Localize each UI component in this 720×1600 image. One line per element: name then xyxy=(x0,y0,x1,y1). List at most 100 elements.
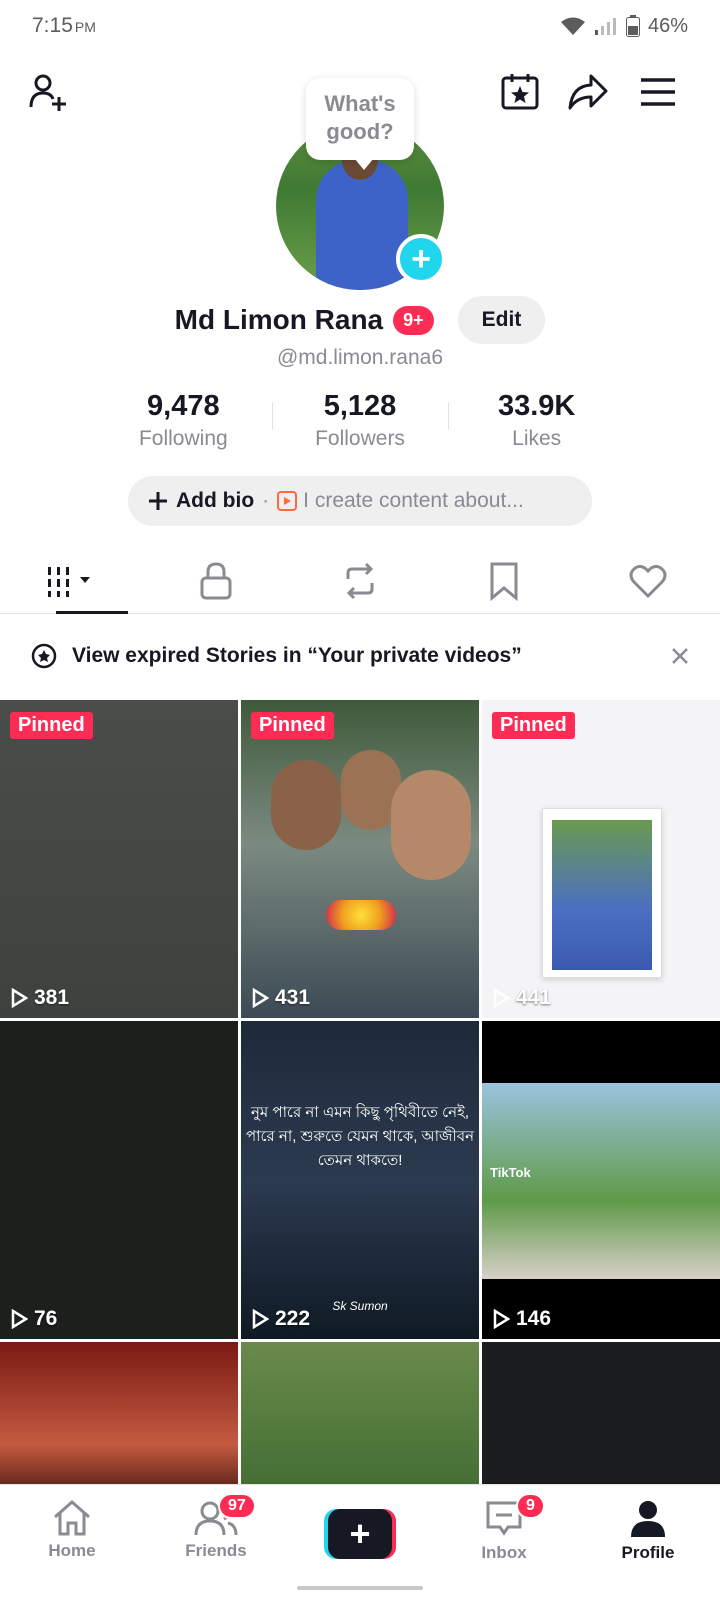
tab-favorites[interactable] xyxy=(432,548,576,613)
share-profile-button[interactable] xyxy=(566,70,610,114)
tab-private[interactable] xyxy=(144,548,288,613)
nav-home[interactable]: Home xyxy=(0,1485,144,1600)
stat-value: 5,128 xyxy=(323,390,397,422)
nav-label: Home xyxy=(48,1541,96,1560)
nav-create[interactable]: + xyxy=(288,1485,432,1600)
nav-inbox[interactable]: 9 Inbox xyxy=(432,1485,576,1600)
signal-icon xyxy=(594,18,616,35)
edit-profile-button[interactable]: Edit xyxy=(457,296,546,344)
profile-icon xyxy=(631,1501,665,1537)
battery-percent: 46% xyxy=(647,14,688,37)
play-icon xyxy=(252,988,269,1008)
share-icon xyxy=(568,74,608,110)
stat-value: 9,478 xyxy=(147,390,220,422)
repost-icon xyxy=(346,562,374,599)
bottom-nav: Home 97 Friends + 9 Inbox Profile xyxy=(0,1484,720,1600)
video-thumbnail[interactable]: Pinned 381 xyxy=(0,700,238,1018)
view-count: 381 xyxy=(10,986,69,1010)
video-thumbnail[interactable]: TikTok 146 xyxy=(482,1021,720,1339)
view-count: 441 xyxy=(492,986,551,1010)
tiktok-watermark: TikTok xyxy=(490,1165,531,1180)
wifi-icon xyxy=(560,17,585,35)
tab-videos[interactable] xyxy=(0,548,144,614)
status-ampm: PM xyxy=(74,19,96,35)
profile-handle: @md.limon.rana6 xyxy=(276,346,444,369)
add-person-icon xyxy=(29,74,66,111)
play-icon xyxy=(493,1309,510,1329)
stat-following[interactable]: 9,478 Following xyxy=(95,390,272,451)
heart-icon xyxy=(629,564,667,598)
home-indicator[interactable] xyxy=(297,1586,423,1590)
nav-profile[interactable]: Profile xyxy=(576,1485,720,1600)
view-number: 146 xyxy=(516,1307,552,1330)
battery-icon xyxy=(625,15,640,37)
play-icon xyxy=(11,1309,28,1329)
view-count: 431 xyxy=(251,986,310,1010)
video-thumbnail[interactable]: 76 xyxy=(0,1021,238,1339)
home-icon xyxy=(54,1499,90,1536)
nav-label: Profile xyxy=(621,1543,675,1562)
lock-icon xyxy=(200,561,232,599)
video-thumbnail[interactable]: নুম পারে না এমন কিছু পৃথিবীতে নেই, পারে … xyxy=(241,1021,479,1339)
nav-label: Friends xyxy=(185,1541,247,1560)
bio-hint: I create content about... xyxy=(303,489,524,512)
view-number: 431 xyxy=(275,986,311,1009)
bookmark-icon xyxy=(490,562,518,601)
stat-value: 33.9K xyxy=(497,390,576,422)
tab-reposts[interactable] xyxy=(288,548,432,613)
tab-liked[interactable] xyxy=(576,548,720,613)
stat-label: Following xyxy=(138,427,228,450)
nav-friends[interactable]: 97 Friends xyxy=(144,1485,288,1600)
stat-likes[interactable]: 33.9K Likes xyxy=(448,390,625,451)
status-bar: 7:15 PM 46% xyxy=(0,0,720,52)
add-story-plus-icon[interactable]: + xyxy=(396,234,446,284)
view-number: 441 xyxy=(516,986,552,1009)
name-badge[interactable]: 9+ xyxy=(393,305,434,335)
stat-label: Likes xyxy=(512,427,562,450)
create-button[interactable]: + xyxy=(324,1509,396,1559)
stories-text: View expired Stories in “Your private vi… xyxy=(72,644,522,667)
friends-badge: 97 xyxy=(218,1493,256,1519)
play-icon xyxy=(493,988,510,1008)
play-icon xyxy=(252,1309,269,1329)
inbox-badge: 9 xyxy=(516,1493,545,1519)
add-bio-pill[interactable]: Add bio · I create content about... xyxy=(128,476,592,526)
create-plus-icon: + xyxy=(328,1509,392,1559)
nav-label: Inbox xyxy=(481,1543,527,1562)
status-time: 7:15 PM xyxy=(32,14,96,38)
add-bio-label: Add bio xyxy=(176,489,255,512)
expired-stories-banner[interactable]: View expired Stories in “Your private vi… xyxy=(0,626,720,686)
note-bubble[interactable]: What's good? xyxy=(306,78,414,170)
menu-button[interactable] xyxy=(636,70,680,114)
grid-dropdown-icon xyxy=(48,566,90,597)
view-count: 222 xyxy=(251,1307,310,1331)
close-icon[interactable] xyxy=(670,646,690,666)
view-count: 146 xyxy=(492,1307,551,1331)
video-grid: Pinned 381 Pinned 431 Pinned 441 76 নুম … xyxy=(0,700,720,1339)
status-clock: 7:15 xyxy=(32,14,73,37)
video-thumbnail[interactable]: Pinned 441 xyxy=(482,700,720,1018)
stat-label: Followers xyxy=(315,427,405,450)
pinned-badge: Pinned xyxy=(251,712,334,739)
story-plus-icon xyxy=(31,643,57,669)
view-count: 76 xyxy=(10,1307,57,1331)
pinned-badge: Pinned xyxy=(492,712,575,739)
view-number: 381 xyxy=(34,986,70,1009)
video-thumbnail[interactable]: Pinned 431 xyxy=(241,700,479,1018)
calendar-star-icon xyxy=(501,74,539,110)
pinned-badge: Pinned xyxy=(10,712,93,739)
profile-name: Md Limon Rana xyxy=(174,304,384,335)
hamburger-icon xyxy=(641,78,675,106)
creator-tools-button[interactable] xyxy=(498,70,542,114)
video-caption: নুম পারে না এমন কিছু পৃথিবীতে নেই, পারে … xyxy=(245,1104,475,1169)
name-row: Md Limon Rana 9+ Edit xyxy=(0,296,720,344)
plus-icon xyxy=(149,492,167,510)
add-friend-button[interactable] xyxy=(26,70,70,114)
separator-dot: · xyxy=(262,489,270,512)
status-icons: 46% xyxy=(560,15,688,38)
stat-followers[interactable]: 5,128 Followers xyxy=(271,390,449,451)
profile-tabs xyxy=(0,548,720,614)
view-number: 222 xyxy=(275,1307,311,1330)
view-number: 76 xyxy=(34,1307,58,1330)
profile-stats: 9,478 Following 5,128 Followers 33.9K Li… xyxy=(95,390,625,451)
